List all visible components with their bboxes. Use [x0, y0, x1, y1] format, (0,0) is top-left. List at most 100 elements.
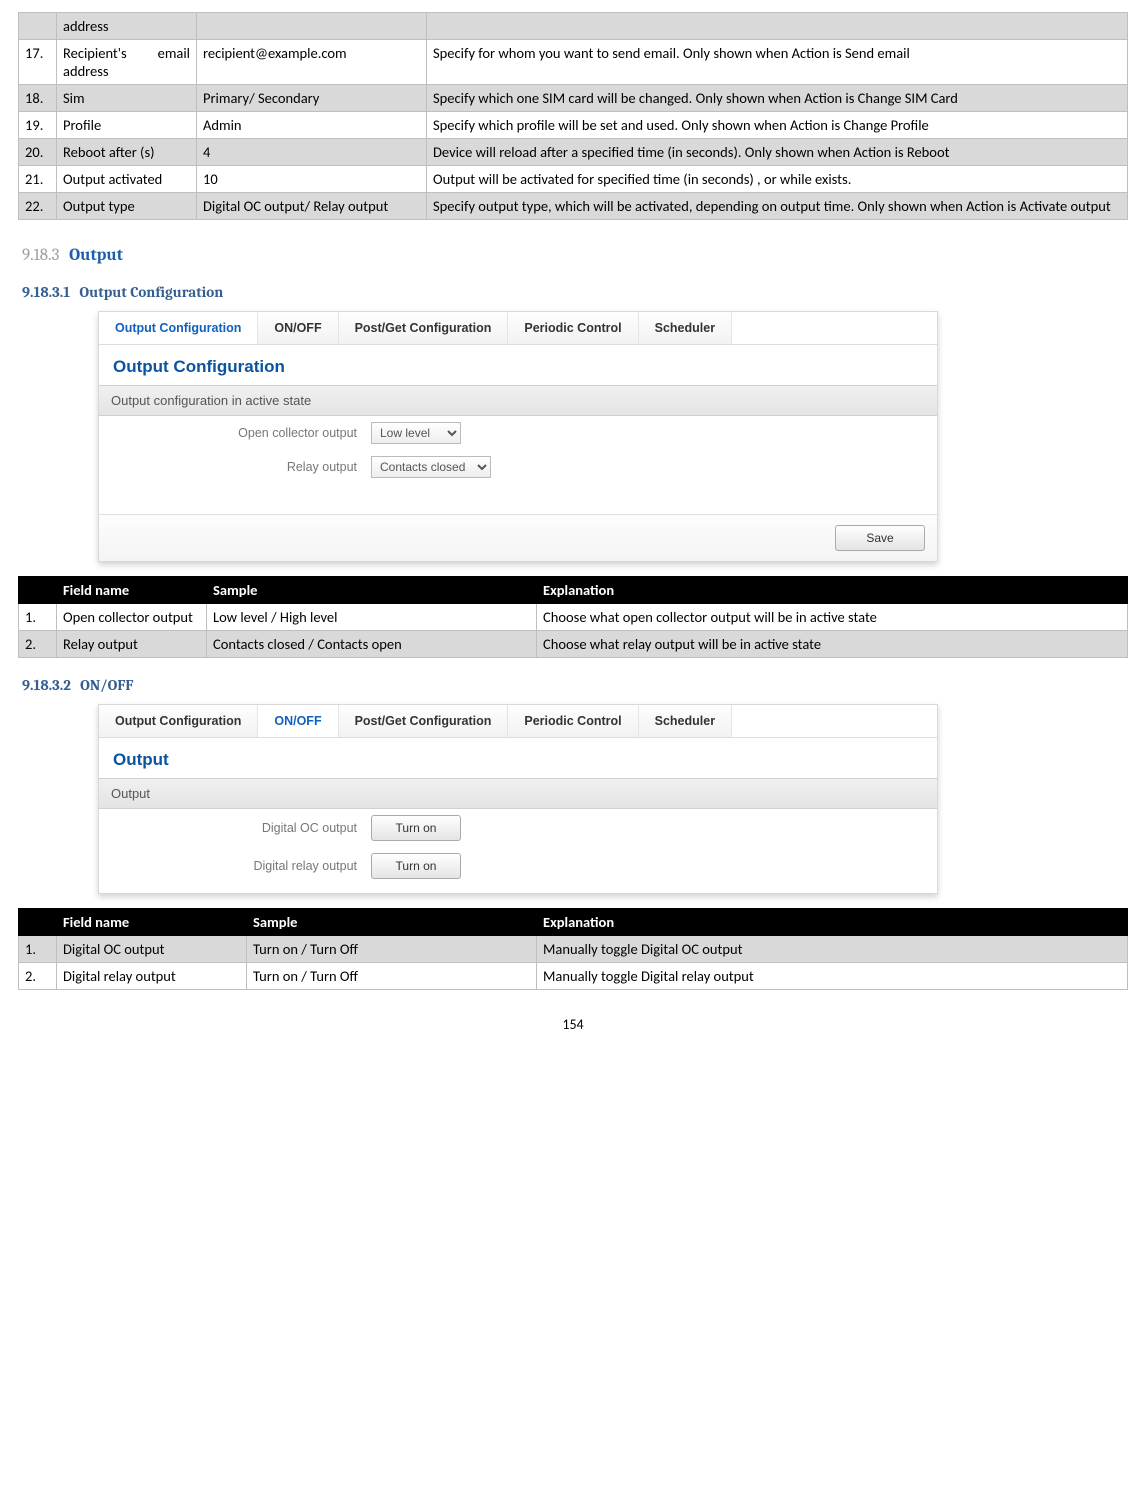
cell-sample: Turn on / Turn Off [247, 936, 537, 963]
cell-explain: Specify for whom you want to send email.… [427, 40, 1128, 85]
heading-text: Output Configuration [79, 283, 223, 301]
table-row: 2. Relay output Contacts closed / Contac… [19, 631, 1128, 658]
table-row: 1. Open collector output Low level / Hig… [19, 604, 1128, 631]
table-row: 18. Sim Primary/ Secondary Specify which… [19, 85, 1128, 112]
cell-num: 17. [19, 40, 57, 85]
cell-sample: Admin [197, 112, 427, 139]
tab-postget[interactable]: Post/Get Configuration [339, 312, 509, 344]
cell-explain: Manually toggle Digital relay output [537, 963, 1128, 990]
cell-field: Output type [57, 193, 197, 220]
table-row: 2. Digital relay output Turn on / Turn O… [19, 963, 1128, 990]
panel-title: Output Configuration [99, 345, 937, 385]
onoff-fields-table: Field name Sample Explanation 1. Digital… [18, 908, 1128, 990]
save-button[interactable]: Save [835, 525, 925, 551]
header-sample: Sample [207, 577, 537, 604]
cell-num: 20. [19, 139, 57, 166]
header-explanation: Explanation [537, 577, 1128, 604]
table-header-row: Field name Sample Explanation [19, 909, 1128, 936]
header-sample: Sample [247, 909, 537, 936]
digital-relay-output-toggle[interactable]: Turn on [371, 853, 461, 879]
cell-field: Digital relay output [57, 963, 247, 990]
tab-scheduler[interactable]: Scheduler [639, 705, 732, 737]
cell-explain: Specify which one SIM card will be chang… [427, 85, 1128, 112]
tab-onoff[interactable]: ON/OFF [258, 705, 338, 737]
cell-num: 1. [19, 604, 57, 631]
output-config-fields-table: Field name Sample Explanation 1. Open co… [18, 576, 1128, 658]
digital-oc-output-toggle[interactable]: Turn on [371, 815, 461, 841]
cell-explain: Device will reload after a specified tim… [427, 139, 1128, 166]
header-fieldname: Field name [57, 909, 247, 936]
cell-field: Output activated [57, 166, 197, 193]
tab-output-configuration[interactable]: Output Configuration [99, 705, 258, 737]
heading-text: Output [69, 246, 123, 265]
header-num [19, 577, 57, 604]
top-parameter-table: address 17. Recipient's email address re… [18, 12, 1128, 220]
tab-onoff[interactable]: ON/OFF [258, 312, 338, 344]
heading-number: 9.18.3 [22, 246, 59, 265]
header-fieldname: Field name [57, 577, 207, 604]
tab-periodic[interactable]: Periodic Control [508, 705, 638, 737]
form-row: Relay output Contacts closed [99, 450, 937, 484]
table-row: 17. Recipient's email address recipient@… [19, 40, 1128, 85]
form-label: Digital relay output [111, 859, 371, 873]
panel-footer: Save [99, 514, 937, 561]
tab-postget[interactable]: Post/Get Configuration [339, 705, 509, 737]
tab-scheduler[interactable]: Scheduler [639, 312, 732, 344]
cell-field: Sim [57, 85, 197, 112]
cell-field: Recipient's email address [57, 40, 197, 85]
page-number: 154 [18, 1016, 1128, 1033]
tab-periodic[interactable]: Periodic Control [508, 312, 638, 344]
form-label: Open collector output [111, 426, 371, 440]
cell-explain: Specify which profile will be set and us… [427, 112, 1128, 139]
cell-sample: 10 [197, 166, 427, 193]
cell-field: Digital OC output [57, 936, 247, 963]
cell-num [19, 13, 57, 40]
cell-sample [197, 13, 427, 40]
cell-num: 19. [19, 112, 57, 139]
cell-explain [427, 13, 1128, 40]
relay-output-select[interactable]: Contacts closed [371, 456, 491, 478]
cell-field: Reboot after (s) [57, 139, 197, 166]
cell-num: 1. [19, 936, 57, 963]
cell-sample: Low level / High level [207, 604, 537, 631]
table-row: address [19, 13, 1128, 40]
cell-num: 2. [19, 631, 57, 658]
cell-explain: Output will be activated for specified t… [427, 166, 1128, 193]
panel-subheader: Output [99, 778, 937, 809]
heading-number: 9.18.3.2 [22, 676, 71, 694]
cell-num: 18. [19, 85, 57, 112]
table-row: 1. Digital OC output Turn on / Turn Off … [19, 936, 1128, 963]
panel-subheader: Output configuration in active state [99, 385, 937, 416]
cell-sample: Contacts closed / Contacts open [207, 631, 537, 658]
table-row: 20. Reboot after (s) 4 Device will reloa… [19, 139, 1128, 166]
heading-onoff: 9.18.3.2 ON/OFF [22, 676, 1128, 694]
tab-output-configuration[interactable]: Output Configuration [99, 312, 258, 344]
table-header-row: Field name Sample Explanation [19, 577, 1128, 604]
header-num [19, 909, 57, 936]
table-row: 19. Profile Admin Specify which profile … [19, 112, 1128, 139]
open-collector-output-select[interactable]: Low level [371, 422, 461, 444]
tab-bar: Output Configuration ON/OFF Post/Get Con… [99, 312, 937, 345]
panel-title: Output [99, 738, 937, 778]
cell-sample: Primary/ Secondary [197, 85, 427, 112]
header-explanation: Explanation [537, 909, 1128, 936]
form-row: Digital OC output Turn on [99, 809, 937, 847]
cell-field: Profile [57, 112, 197, 139]
output-configuration-panel: Output Configuration ON/OFF Post/Get Con… [98, 311, 938, 562]
form-label: Relay output [111, 460, 371, 474]
cell-explain: Specify output type, which will be activ… [427, 193, 1128, 220]
cell-sample: Turn on / Turn Off [247, 963, 537, 990]
cell-field: address [57, 13, 197, 40]
cell-explain: Choose what relay output will be in acti… [537, 631, 1128, 658]
cell-field: Open collector output [57, 604, 207, 631]
cell-field: Relay output [57, 631, 207, 658]
table-row: 22. Output type Digital OC output/ Relay… [19, 193, 1128, 220]
heading-output-configuration: 9.18.3.1 Output Configuration [22, 283, 1128, 301]
cell-num: 2. [19, 963, 57, 990]
cell-explain: Choose what open collector output will b… [537, 604, 1128, 631]
tab-bar: Output Configuration ON/OFF Post/Get Con… [99, 705, 937, 738]
form-row: Digital relay output Turn on [99, 847, 937, 893]
cell-explain: Manually toggle Digital OC output [537, 936, 1128, 963]
cell-num: 21. [19, 166, 57, 193]
cell-num: 22. [19, 193, 57, 220]
